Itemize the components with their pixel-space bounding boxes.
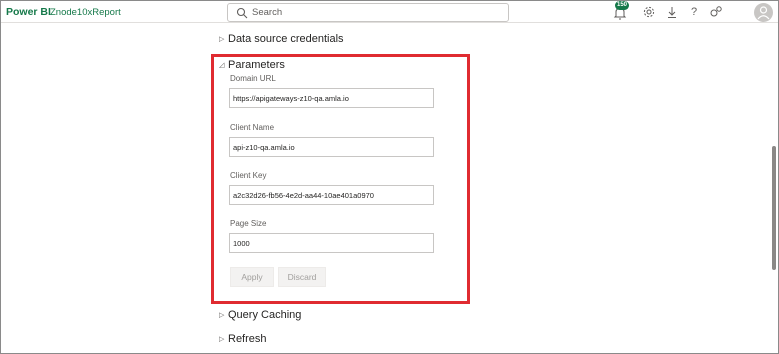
settings-icon[interactable] [642,5,656,19]
section-parameters[interactable]: ◿ Parameters [219,59,285,71]
download-icon[interactable] [665,5,679,19]
app-brand[interactable]: Power BI [6,6,51,18]
help-icon[interactable]: ? [687,5,701,19]
section-query-caching[interactable]: ▷ Query Caching [219,309,301,321]
collapse-triangle-icon: ◿ [219,62,225,69]
client-name-label: Client Name [230,123,275,132]
domain-url-label: Domain URL [230,74,276,83]
expand-triangle-icon: ▷ [219,36,225,43]
expand-triangle-icon: ▷ [219,312,225,319]
section-label: Parameters [228,59,285,71]
section-refresh[interactable]: ▷ Refresh [219,333,267,345]
section-label: Query Caching [228,309,302,321]
page-size-input[interactable]: 1000 [229,233,434,253]
search-box[interactable]: Search [227,3,509,22]
scrollbar[interactable] [772,146,776,270]
page-size-label: Page Size [230,219,267,228]
domain-url-input[interactable]: https://apigateways-z10-qa.amla.io [229,88,434,108]
client-key-input[interactable]: a2c32d26-fb56-4e2d-aa44-10ae401a0970 [229,185,434,205]
report-name[interactable]: Znode10xReport [50,7,121,18]
apply-button[interactable]: Apply [230,267,274,287]
section-label: Data source credentials [228,33,344,45]
avatar-icon[interactable] [754,3,773,22]
share-icon[interactable] [709,5,723,19]
expand-triangle-icon: ▷ [219,336,225,343]
top-bar: Power BI Znode10xReport Search 150 ? [1,1,778,23]
discard-button[interactable]: Discard [278,267,326,287]
notification-badge: 150 [615,1,630,10]
client-key-label: Client Key [230,171,267,180]
search-icon [236,7,248,19]
section-label: Refresh [228,333,267,345]
section-data-source-credentials[interactable]: ▷ Data source credentials [219,33,344,45]
client-name-input[interactable]: api-z10-qa.amla.io [229,137,434,157]
search-input[interactable]: Search [252,7,282,18]
